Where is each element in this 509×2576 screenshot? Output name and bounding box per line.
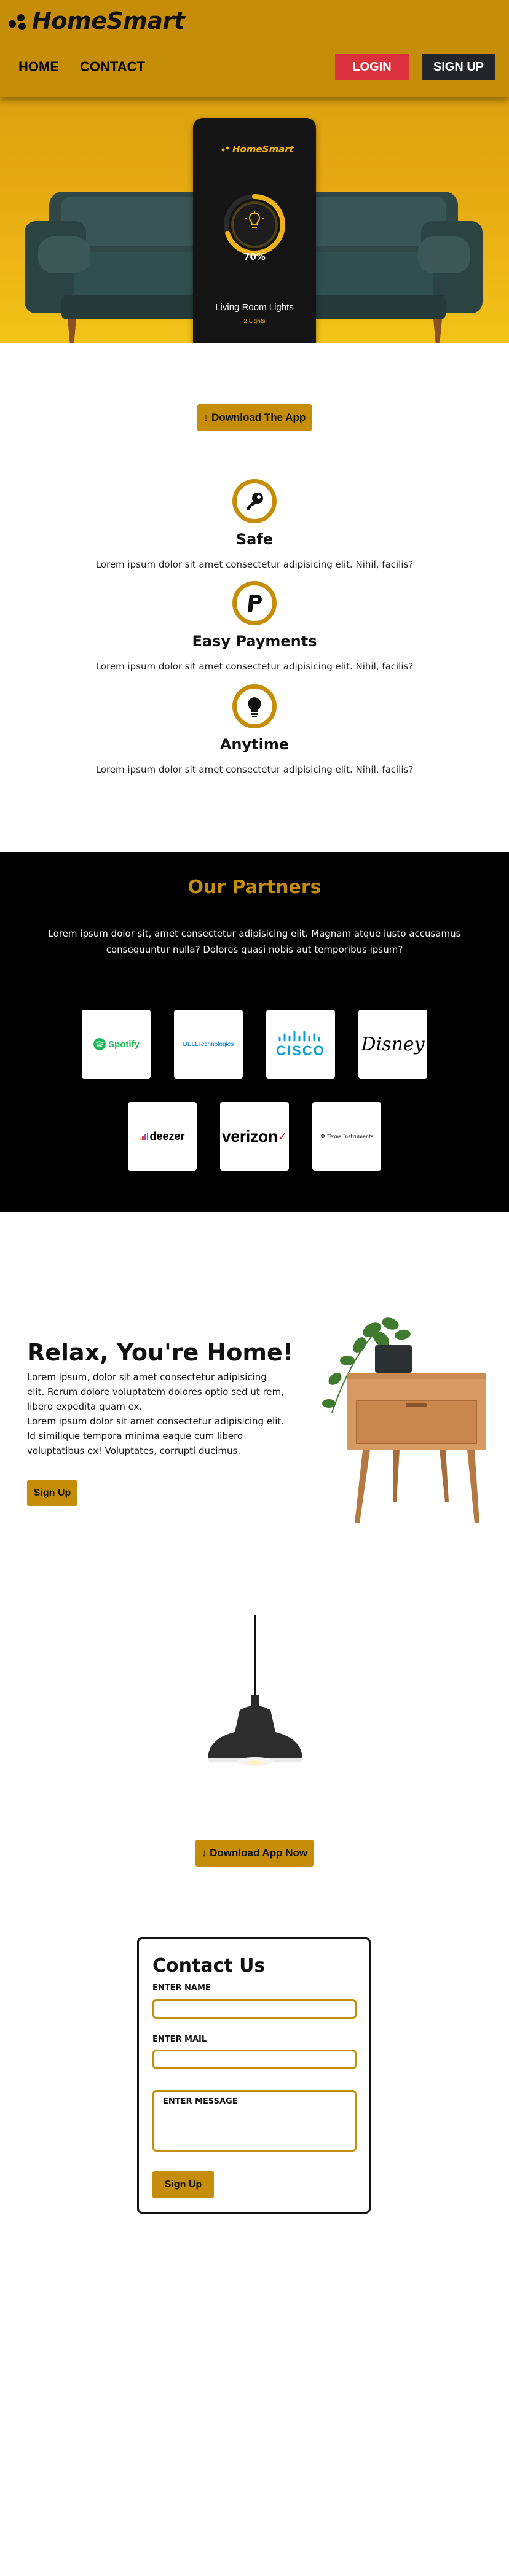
brightness-dial[interactable] xyxy=(220,190,289,259)
partners-desc: Lorem ipsum dolor sit, amet consectetur … xyxy=(48,928,461,955)
site-header: HomeSmart HOME CONTACT LOGIN SIGN UP xyxy=(0,0,509,97)
download-app-button[interactable]: ↓ Download The App xyxy=(197,404,312,431)
logo-dots-icon xyxy=(221,146,229,152)
nav-home[interactable]: HOME xyxy=(18,59,59,75)
relax-signup-button[interactable]: Sign Up xyxy=(27,1480,77,1506)
feature-bulb-circle xyxy=(232,684,277,728)
feature-desc-safe: Lorem ipsum dolor sit amet consectetur a… xyxy=(95,559,414,570)
phone-logo-text: HomeSmart xyxy=(232,144,294,155)
phone-logo: HomeSmart xyxy=(221,144,294,155)
nav-contact[interactable]: CONTACT xyxy=(80,59,145,75)
partners-title: Our Partners xyxy=(187,876,322,898)
partner-name-deezer: deezer xyxy=(149,1130,185,1142)
brightness-percent: 70% xyxy=(243,251,266,262)
logo-dots-icon xyxy=(7,12,28,30)
room-name: Living Room Lights xyxy=(215,302,294,313)
mail-field[interactable] xyxy=(152,2050,357,2069)
feature-desc-anytime: Lorem ipsum dolor sit amet consectetur a… xyxy=(95,764,414,775)
message-field[interactable]: ENTER MESSAGE xyxy=(152,2090,357,2152)
relax-text: Lorem ipsum, dolor sit amet consectetur … xyxy=(27,1370,285,1458)
verizon-check-icon: ✓ xyxy=(277,1130,288,1143)
cisco-bars-icon xyxy=(278,1031,320,1042)
contact-form: Contact Us ENTER NAME ENTER MAIL ENTER M… xyxy=(137,1937,371,2214)
feature-title-anytime: Anytime xyxy=(219,736,290,753)
name-field[interactable] xyxy=(152,1999,357,2019)
site-logo[interactable]: HomeSmart xyxy=(7,7,185,34)
contact-submit-button[interactable]: Sign Up xyxy=(152,2171,214,2198)
pendant-lamp-image xyxy=(208,1615,302,1766)
feature-paypal-circle xyxy=(232,581,277,625)
lights-count: 2 Lights xyxy=(243,318,266,325)
deezer-bars-icon xyxy=(140,1133,149,1140)
paypal-icon xyxy=(248,595,262,612)
partner-name-dell: DELLTechnologies xyxy=(183,1040,234,1048)
partner-card-ti[interactable]: ❖ Texas Instruments xyxy=(312,1102,381,1171)
nightstand-plant-image xyxy=(322,1317,486,1523)
signup-button[interactable]: SIGN UP xyxy=(422,54,495,80)
relax-paragraph-1: Lorem ipsum, dolor sit amet consectetur … xyxy=(27,1372,285,1412)
feature-desc-payments: Lorem ipsum dolor sit amet consectetur a… xyxy=(95,661,414,672)
partner-name-cisco: CISCO xyxy=(276,1043,325,1058)
partner-card-spotify[interactable]: Spotify xyxy=(82,1010,151,1079)
partner-card-dell[interactable]: DELLTechnologies xyxy=(174,1010,243,1079)
message-label: ENTER MESSAGE xyxy=(163,2097,238,2106)
partner-name-spotify: Spotify xyxy=(108,1039,140,1050)
feature-key-circle xyxy=(232,479,277,523)
partner-name-ti: Texas Instruments xyxy=(327,1133,374,1139)
partners-section: Our Partners Lorem ipsum dolor sit, amet… xyxy=(0,852,509,1212)
mail-label: ENTER MAIL xyxy=(152,2035,207,2044)
name-label: ENTER NAME xyxy=(152,1983,211,1992)
lightbulb-icon xyxy=(248,697,261,717)
key-icon xyxy=(247,493,263,510)
download-app-now-button[interactable]: ↓ Download App Now xyxy=(195,1840,314,1867)
partner-name-disney: Disney xyxy=(361,1033,425,1055)
ti-map-icon: ❖ xyxy=(320,1133,326,1140)
login-button[interactable]: LOGIN xyxy=(335,54,409,80)
partner-card-verizon[interactable]: verizon ✓ xyxy=(220,1102,289,1171)
feature-title-payments: Easy Payments xyxy=(192,633,317,650)
hero-section: HomeSmart 70% Living Room Lights 2 Light… xyxy=(0,0,509,343)
partner-name-verizon: verizon xyxy=(221,1126,278,1146)
main-nav: HOME CONTACT xyxy=(18,59,145,75)
logo-text: HomeSmart xyxy=(32,7,185,34)
partner-card-deezer[interactable]: deezer xyxy=(128,1102,197,1171)
partner-card-cisco[interactable]: CISCO xyxy=(266,1010,335,1079)
relax-title: Relax, You're Home! xyxy=(27,1339,294,1366)
relax-paragraph-2: Lorem ipsum dolor sit amet consectetur a… xyxy=(27,1416,285,1456)
spotify-icon xyxy=(93,1038,106,1050)
partner-card-disney[interactable]: Disney xyxy=(358,1010,427,1079)
phone-mockup: HomeSmart 70% Living Room Lights 2 Light… xyxy=(193,118,316,343)
feature-title-safe: Safe xyxy=(235,531,274,548)
contact-title: Contact Us xyxy=(152,1955,266,1977)
